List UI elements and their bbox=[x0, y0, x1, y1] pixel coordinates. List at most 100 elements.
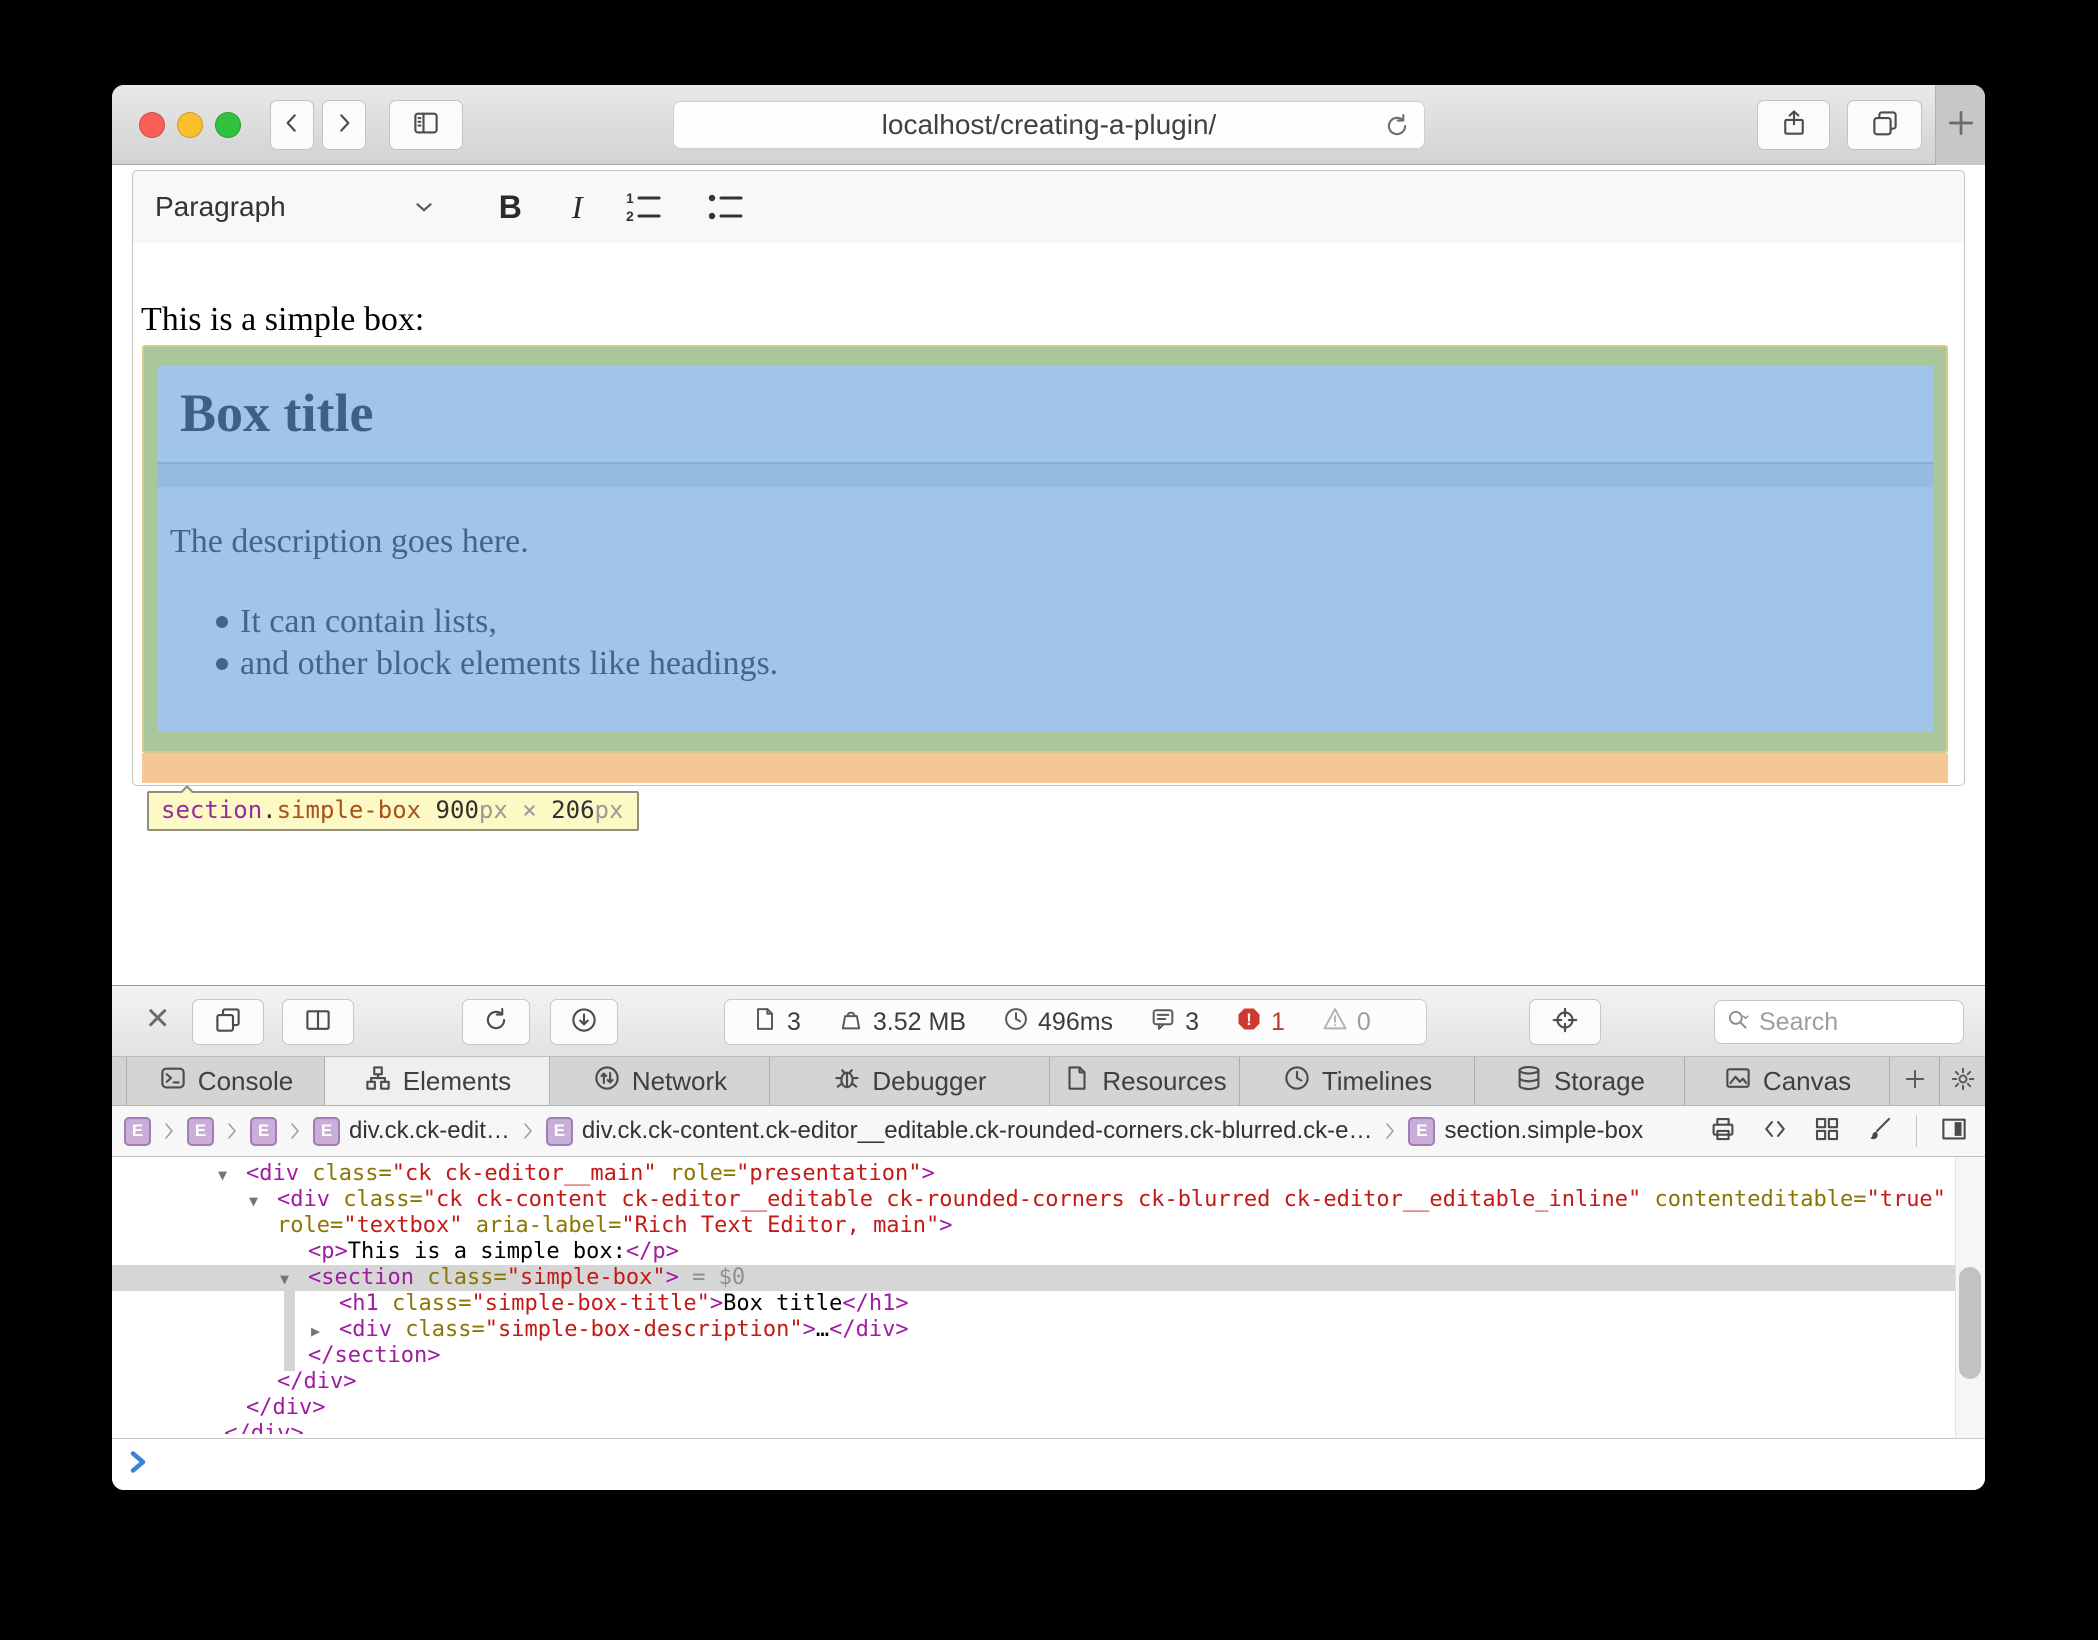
dom-tree-line[interactable]: </div> bbox=[112, 1421, 1985, 1434]
warning-count-badge[interactable]: 0 bbox=[1321, 1005, 1371, 1040]
browser-toolbar: localhost/creating-a-plugin/ bbox=[112, 85, 1985, 165]
tooltip-dot: . bbox=[262, 796, 276, 824]
url-text: localhost/creating-a-plugin/ bbox=[882, 109, 1217, 141]
breadcrumb-item[interactable]: E bbox=[124, 1117, 151, 1146]
panel-right-icon[interactable] bbox=[1939, 1114, 1969, 1149]
tab-elements[interactable]: Elements bbox=[325, 1057, 550, 1105]
bold-button[interactable]: B bbox=[499, 189, 522, 226]
inspector-search[interactable] bbox=[1714, 1000, 1964, 1044]
dom-tree-line[interactable]: ▼<div class="ck ck-content ck-editor__ed… bbox=[112, 1187, 1985, 1213]
grid-icon[interactable] bbox=[1812, 1114, 1842, 1149]
printer-icon[interactable] bbox=[1708, 1114, 1738, 1149]
network-icon bbox=[592, 1063, 622, 1100]
list-item: and other block elements like headings. bbox=[240, 643, 1933, 685]
tab-overview-button[interactable] bbox=[1847, 100, 1922, 150]
collapse-icon[interactable]: ▼ bbox=[280, 1266, 308, 1292]
console-icon bbox=[158, 1063, 188, 1100]
dom-tree-line[interactable]: ▶<div class="simple-box-description">…</… bbox=[112, 1317, 1985, 1343]
dock-to-side-button[interactable] bbox=[282, 999, 354, 1045]
list-item: It can contain lists, bbox=[240, 601, 1933, 643]
web-inspector: × 3 3.52 MB bbox=[112, 985, 1985, 1490]
code-brackets-icon[interactable] bbox=[1760, 1114, 1790, 1149]
breadcrumb-item-div[interactable]: Ediv.ck.ck-content.ck-editor__editable.c… bbox=[546, 1117, 1373, 1146]
chevron-down-icon bbox=[411, 194, 437, 220]
tab-resources[interactable]: Resources bbox=[1050, 1057, 1240, 1105]
transfer-size-badge[interactable]: 3.52 MB bbox=[837, 1005, 966, 1040]
tooltip-height: 206 bbox=[551, 796, 594, 824]
new-tab-button[interactable] bbox=[1935, 85, 1985, 165]
safari-window: localhost/creating-a-plugin/ Paragraph B… bbox=[112, 85, 1985, 1490]
dom-tree-line[interactable]: </section> bbox=[112, 1343, 1985, 1369]
intro-paragraph: This is a simple box: bbox=[141, 301, 424, 339]
console-message-badge[interactable]: 3 bbox=[1149, 1005, 1199, 1040]
expand-icon[interactable]: ▶ bbox=[311, 1318, 339, 1344]
dom-tree-line[interactable]: </div> bbox=[112, 1395, 1985, 1421]
dom-tree-line[interactable]: ▼<div class="ck ck-editor__main" role="p… bbox=[112, 1161, 1985, 1187]
chevron-left-icon bbox=[279, 110, 305, 141]
tab-network[interactable]: Network bbox=[550, 1057, 770, 1105]
tab-label: Timelines bbox=[1322, 1066, 1432, 1097]
sidebar-icon bbox=[411, 108, 441, 143]
clock-icon bbox=[1002, 1005, 1030, 1040]
breadcrumb-separator-icon bbox=[520, 1119, 536, 1143]
load-time-badge[interactable]: 496ms bbox=[1002, 1005, 1113, 1040]
collapse-icon[interactable]: ▼ bbox=[218, 1162, 246, 1188]
dom-scrollbar[interactable] bbox=[1955, 1157, 1985, 1438]
tab-label: Canvas bbox=[1763, 1066, 1851, 1097]
scrollbar-thumb[interactable] bbox=[1959, 1267, 1981, 1379]
tab-canvas[interactable]: Canvas bbox=[1685, 1057, 1890, 1105]
url-field[interactable]: localhost/creating-a-plugin/ bbox=[673, 101, 1425, 149]
italic-button[interactable]: I bbox=[572, 189, 583, 226]
share-icon bbox=[1779, 108, 1809, 143]
box-block-gap bbox=[157, 462, 1933, 487]
dom-tree-line[interactable]: ▼<section class="simple-box"> = $0 bbox=[112, 1265, 1985, 1291]
tab-debugger[interactable]: Debugger bbox=[770, 1057, 1050, 1105]
resource-count-badge[interactable]: 3 bbox=[751, 1005, 801, 1040]
tab-console[interactable]: Console bbox=[127, 1057, 325, 1105]
dom-tree-line[interactable]: role="textbox" aria-label="Rich Text Edi… bbox=[112, 1213, 1985, 1239]
console-prompt[interactable] bbox=[112, 1438, 1985, 1490]
breadcrumb-label: div.ck.ck-edit… bbox=[349, 1117, 510, 1145]
breadcrumb-item[interactable]: E bbox=[187, 1117, 214, 1146]
brush-icon[interactable] bbox=[1864, 1114, 1894, 1149]
share-button[interactable] bbox=[1757, 100, 1830, 150]
tab-bar-spacer bbox=[112, 1057, 127, 1105]
dom-tree-line[interactable]: <p>This is a simple box:</p> bbox=[112, 1239, 1985, 1265]
breadcrumb-item-div[interactable]: Ediv.ck.ck-edit… bbox=[313, 1117, 510, 1146]
zoom-window-button[interactable] bbox=[215, 112, 241, 138]
download-button[interactable] bbox=[550, 999, 618, 1045]
minimize-window-button[interactable] bbox=[177, 112, 203, 138]
forward-button[interactable] bbox=[322, 100, 366, 150]
add-tab-button[interactable] bbox=[1890, 1057, 1940, 1105]
breadcrumb-item[interactable]: E bbox=[250, 1117, 277, 1146]
bulleted-list-button[interactable] bbox=[707, 190, 747, 224]
search-input[interactable] bbox=[1757, 1007, 1927, 1038]
tab-timelines[interactable]: Timelines bbox=[1240, 1057, 1475, 1105]
back-button[interactable] bbox=[270, 100, 314, 150]
speech-bubble-icon bbox=[1149, 1005, 1177, 1040]
close-window-button[interactable] bbox=[139, 112, 165, 138]
inspector-tab-bar: ConsoleElementsNetworkDebuggerResources T… bbox=[112, 1057, 1985, 1106]
chevron-right-icon bbox=[331, 110, 357, 141]
search-icon bbox=[1725, 1007, 1751, 1038]
reload-icon[interactable] bbox=[1382, 111, 1412, 141]
inspector-reload-button[interactable] bbox=[462, 999, 530, 1045]
dom-tree-line[interactable]: <h1 class="simple-box-title">Box title</… bbox=[112, 1291, 1985, 1317]
collapse-icon[interactable]: ▼ bbox=[249, 1188, 277, 1214]
paragraph-dropdown[interactable]: Paragraph bbox=[155, 191, 437, 223]
canvas-icon bbox=[1723, 1063, 1753, 1100]
numbered-list-button[interactable]: 12 bbox=[625, 190, 665, 224]
document-icon bbox=[751, 1005, 779, 1040]
dock-to-window-button[interactable] bbox=[192, 999, 264, 1045]
element-picker-button[interactable] bbox=[1529, 999, 1601, 1045]
settings-button[interactable] bbox=[1940, 1057, 1985, 1105]
tab-storage[interactable]: Storage bbox=[1475, 1057, 1685, 1105]
element-badge-icon: E bbox=[313, 1117, 340, 1146]
dom-tree-line[interactable]: </div> bbox=[112, 1369, 1985, 1395]
tab-label: Storage bbox=[1554, 1066, 1645, 1097]
error-count-badge[interactable]: ! 1 bbox=[1235, 1005, 1285, 1040]
close-inspector-button[interactable]: × bbox=[146, 995, 169, 1041]
editor-editable-area[interactable]: This is a simple box: Box title The desc… bbox=[132, 243, 1965, 786]
breadcrumb-item-section[interactable]: Esection.simple-box bbox=[1408, 1117, 1643, 1146]
sidebar-button[interactable] bbox=[389, 100, 463, 150]
